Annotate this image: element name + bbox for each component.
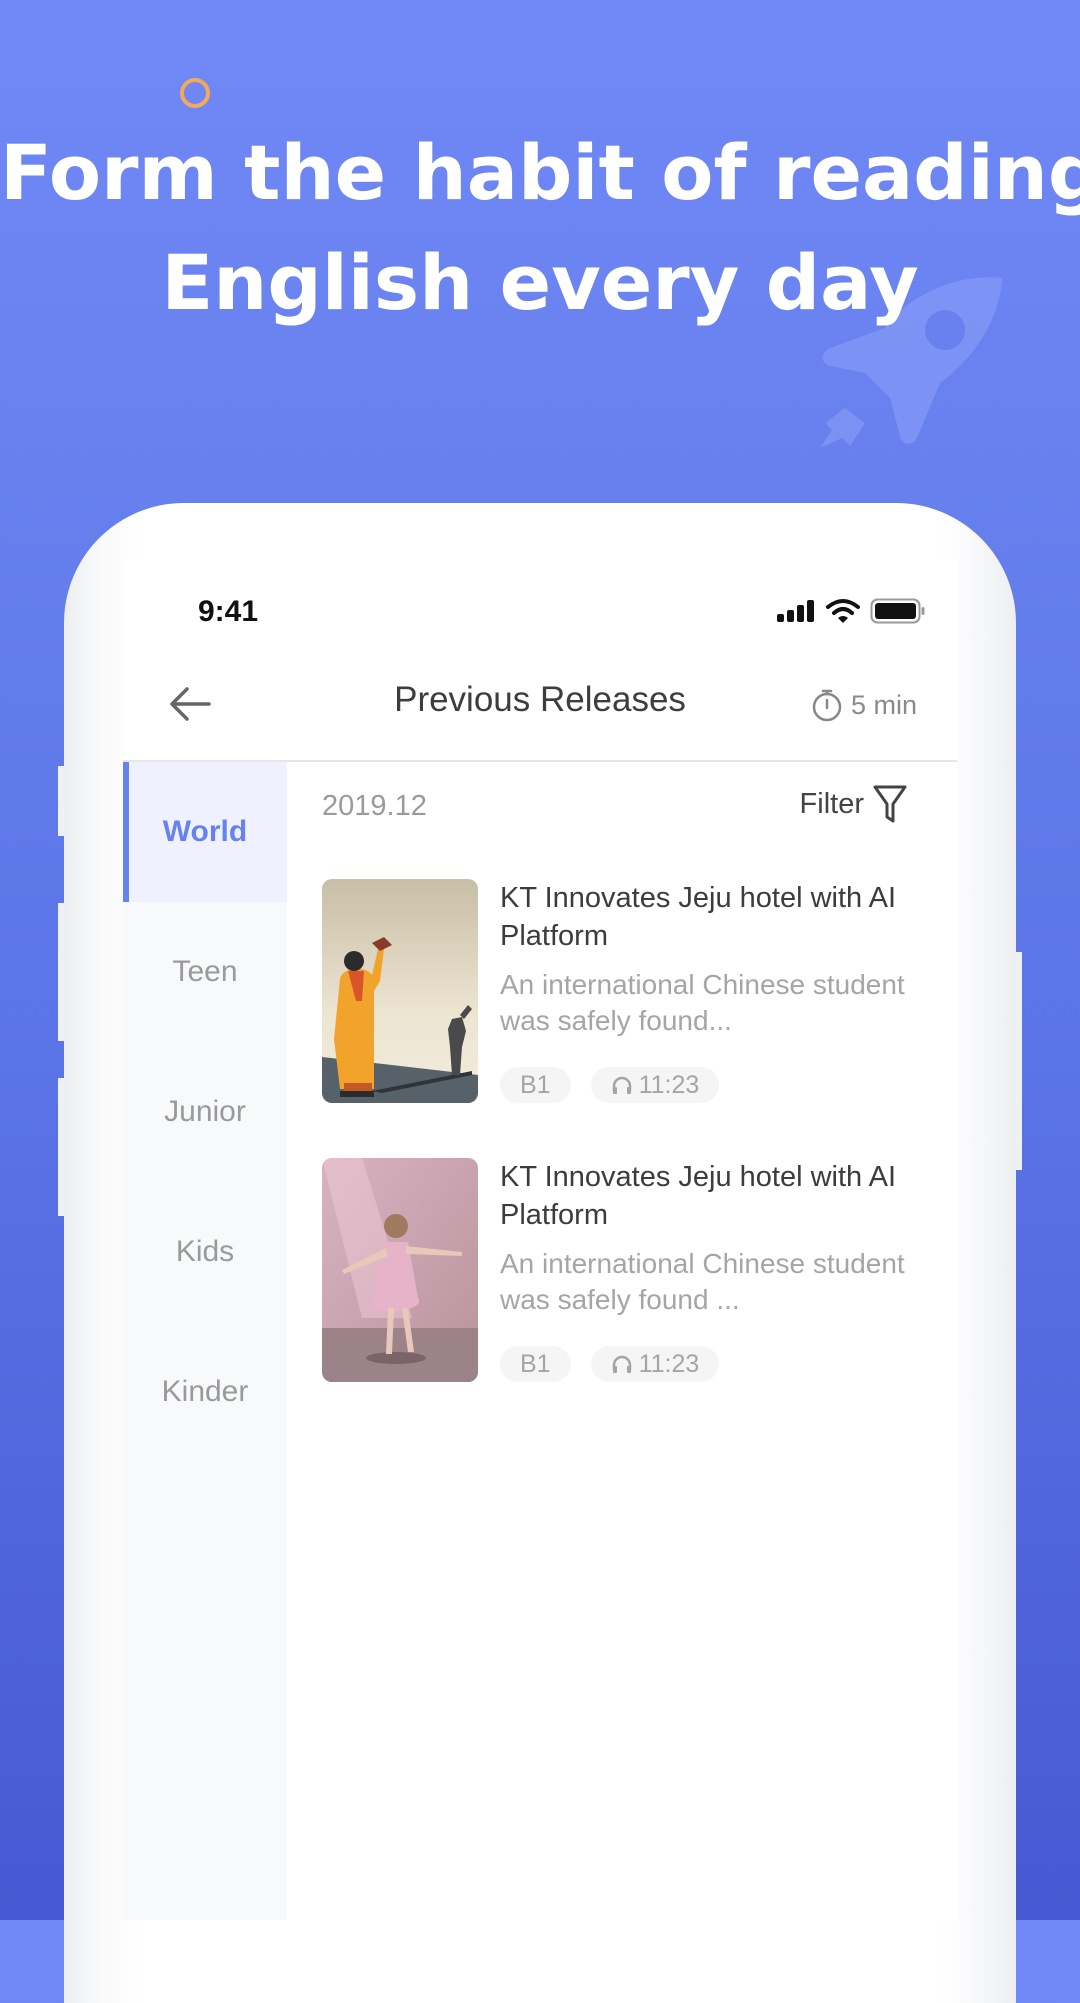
cellular-signal-icon <box>777 600 814 622</box>
level-label: B1 <box>520 1349 551 1378</box>
article-card[interactable]: KT Innovates Jeju hotel with AI Platform… <box>322 879 922 1103</box>
audio-duration-badge: 11:23 <box>590 1346 720 1382</box>
headline-line-1: Form the habit of reading <box>0 128 1080 217</box>
status-time: 9:41 <box>198 595 259 628</box>
audio-duration-badge: 11:23 <box>590 1067 720 1103</box>
stopwatch-icon <box>812 689 842 722</box>
headphones-icon <box>612 1355 631 1373</box>
filter-button[interactable]: Filter <box>800 784 908 824</box>
article-title: KT Innovates Jeju hotel with AI Platform <box>500 1161 897 1231</box>
sidebar-item-kids[interactable]: Kids <box>123 1182 287 1322</box>
article-thumbnail <box>322 1158 478 1382</box>
sidebar-item-junior[interactable]: Junior <box>123 1042 287 1182</box>
article-card[interactable]: KT Innovates Jeju hotel with AI Platform… <box>322 1158 922 1382</box>
sidebar-item-world[interactable]: World <box>123 762 287 902</box>
promo-headline: Form the habit of reading English every … <box>0 118 1080 338</box>
duration-label: 11:23 <box>638 1349 700 1378</box>
filter-label: Filter <box>799 787 864 820</box>
decorative-ring <box>180 78 210 108</box>
level-badge: B1 <box>500 1067 571 1103</box>
funnel-icon <box>873 785 907 823</box>
phone-side-button <box>1016 952 1022 1170</box>
level-label: B1 <box>520 1070 551 1099</box>
category-sidebar: World Teen Junior Kids Kinder <box>123 762 287 1920</box>
duration-label: 11:23 <box>638 1070 700 1099</box>
article-tags: B1 11:23 <box>500 1067 720 1103</box>
article-description: An international Chinese student was saf… <box>500 969 905 1036</box>
wifi-icon <box>826 599 860 623</box>
status-icons <box>776 598 926 624</box>
nav-bar: Previous Releases 5 min <box>123 650 957 762</box>
article-title: KT Innovates Jeju hotel with AI Platform <box>500 882 897 952</box>
reading-time: 5 min <box>811 688 917 722</box>
sidebar-item-kinder[interactable]: Kinder <box>123 1322 287 1462</box>
article-tags: B1 11:23 <box>500 1346 720 1382</box>
reading-time-label: 5 min <box>850 689 917 720</box>
sidebar-item-teen[interactable]: Teen <box>123 902 287 1042</box>
article-description: An international Chinese student was saf… <box>500 1248 905 1315</box>
battery-icon <box>870 598 925 624</box>
release-date: 2019.12 <box>322 790 427 822</box>
headline-line-2: English every day <box>161 238 919 327</box>
headphones-icon <box>612 1076 631 1094</box>
level-badge: B1 <box>500 1346 571 1382</box>
article-thumbnail <box>322 879 478 1103</box>
